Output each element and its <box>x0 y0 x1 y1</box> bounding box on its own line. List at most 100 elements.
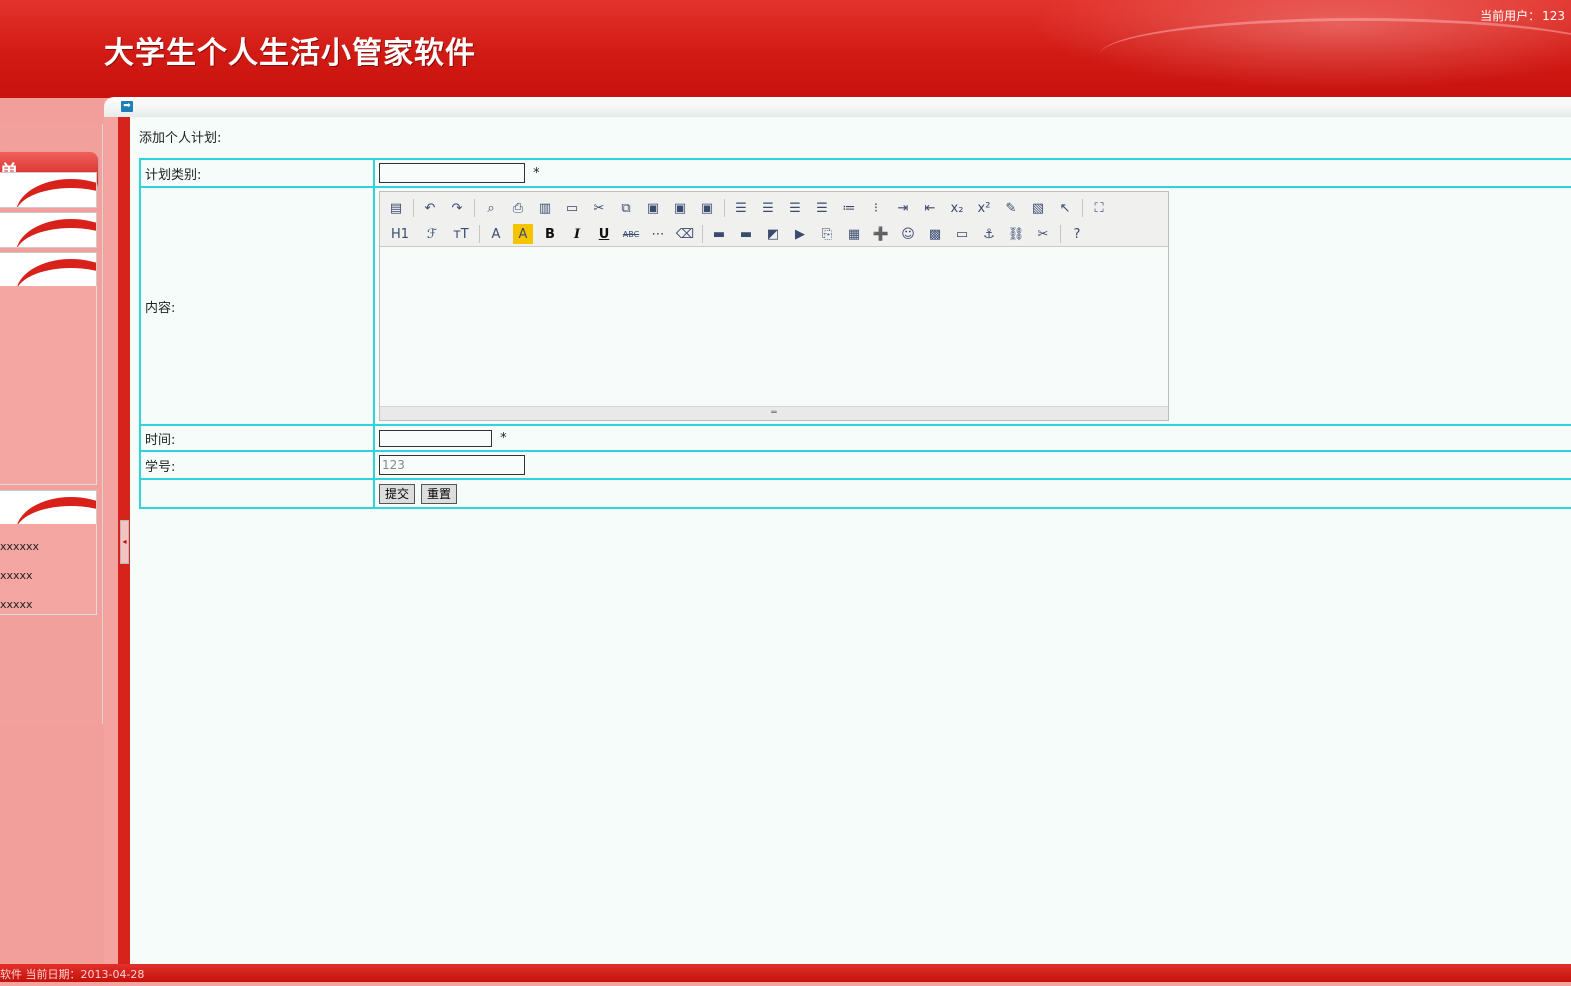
menu-tab-1[interactable] <box>0 172 97 208</box>
select-all-icon[interactable]: ▧ <box>1028 198 1048 218</box>
current-user-value: 123 <box>1542 9 1565 23</box>
paste-text-icon[interactable]: ▣ <box>670 198 690 218</box>
image-icon[interactable]: ▩ <box>925 224 945 244</box>
attachment-icon[interactable]: ⎘ <box>817 224 837 244</box>
preview-icon[interactable]: ⌕ <box>481 198 501 218</box>
app-title: 大学生个人生活小管家软件 <box>104 36 476 71</box>
panel-link-1[interactable]: xxxxxx <box>0 540 39 553</box>
form-row-student-id: 学号: <box>139 450 1571 480</box>
menu-panel-4: xxxxxx xxxxx xxxxx <box>0 524 97 615</box>
editor-content-area[interactable] <box>380 248 1168 406</box>
menu-tab-3[interactable] <box>0 252 97 288</box>
arrow-right-icon[interactable]: ➡ <box>121 101 133 112</box>
page-break-icon[interactable]: ▭ <box>952 224 972 244</box>
toolbar-separator <box>413 199 414 217</box>
insert-row-icon[interactable]: ▬ <box>709 224 729 244</box>
indent-icon[interactable]: ⇥ <box>893 198 913 218</box>
font-size-dropdown[interactable]: тT <box>450 224 472 244</box>
current-user: 当前用户： 123 <box>1478 7 1565 24</box>
clear-format-icon[interactable]: ✎ <box>1001 198 1021 218</box>
actions-cell: 提交 重置 <box>373 478 1571 509</box>
align-center-icon[interactable]: ☰ <box>758 198 778 218</box>
source-icon[interactable]: ▤ <box>386 198 406 218</box>
form-row-actions: 提交 重置 <box>139 478 1571 509</box>
panel-link-3[interactable]: xxxxx <box>0 598 33 611</box>
bold-button[interactable]: B <box>540 224 560 244</box>
form-row-time: 时间: * <box>139 424 1571 452</box>
toolbar-separator <box>702 225 703 243</box>
paste-icon[interactable]: ▣ <box>643 198 663 218</box>
horizontal-rule-icon[interactable]: ⋯ <box>648 224 668 244</box>
category-label: 计划类别: <box>139 158 375 188</box>
content-label: 内容: <box>139 186 375 426</box>
ordered-list-icon[interactable]: ≔ <box>839 198 859 218</box>
time-cell: * <box>373 424 1571 452</box>
code-icon[interactable]: ▭ <box>562 198 582 218</box>
content-cell: ▤ ↶ ↷ ⌕ ⎙ ▥ ▭ ✂ ⧉ ▣ ▣ ▣ ☰ ☰ ☰ ☰ ≔ ⁝ ⇥ ⇤ … <box>373 186 1571 426</box>
cut-icon[interactable]: ✂ <box>589 198 609 218</box>
select-icon[interactable]: ↖ <box>1055 198 1075 218</box>
copy-icon[interactable]: ⧉ <box>616 198 636 218</box>
align-left-icon[interactable]: ☰ <box>731 198 751 218</box>
student-id-cell <box>373 450 1571 480</box>
font-color-button[interactable]: A <box>486 224 506 244</box>
submit-button[interactable]: 提交 <box>379 483 416 504</box>
main-content: 添加个人计划: 计划类别: * 内容: ▤ ↶ ↷ ⌕ ⎙ ▥ ▭ ✂ ⧉ ▣ … <box>130 117 1571 964</box>
link-icon[interactable]: ⛓ <box>1006 224 1026 244</box>
panel-link-2[interactable]: xxxxx <box>0 569 33 582</box>
toolbar-separator <box>474 199 475 217</box>
insert-column-icon[interactable]: ▬ <box>736 224 756 244</box>
collapse-sidebar-handle[interactable]: ◂ <box>120 520 129 564</box>
menu-tab-2[interactable] <box>0 212 97 248</box>
print-icon[interactable]: ⎙ <box>508 198 528 218</box>
heading-dropdown[interactable]: H1 <box>386 224 414 244</box>
unlink-icon[interactable]: ✂ <box>1033 224 1053 244</box>
paste-word-icon[interactable]: ▣ <box>697 198 717 218</box>
toolbar-row-2: H1 ℱ тT A A B I U ABC ⋯ ⌫ ▬ ▬ ◩ ▶ ⎘ ▦ ➕ … <box>386 221 1162 247</box>
footer-text: 软件 当前日期：2013-04-28 <box>0 968 145 981</box>
superscript-icon[interactable]: x² <box>974 198 994 218</box>
required-mark: * <box>533 166 540 181</box>
template-icon[interactable]: ▥ <box>535 198 555 218</box>
underline-button[interactable]: U <box>594 224 614 244</box>
unordered-list-icon[interactable]: ⁝ <box>866 198 886 218</box>
insert-hr-icon[interactable]: ➕ <box>871 224 891 244</box>
redo-icon[interactable]: ↷ <box>447 198 467 218</box>
italic-button[interactable]: I <box>567 224 587 244</box>
time-input[interactable] <box>379 429 492 447</box>
fullscreen-icon[interactable]: ⛶ <box>1089 198 1109 218</box>
highlight-color-button[interactable]: A <box>513 224 533 244</box>
emoticon-icon[interactable]: ☺ <box>898 224 918 244</box>
insert-video-icon[interactable]: ▶ <box>790 224 810 244</box>
toolbar-separator <box>1060 225 1061 243</box>
sidebar-menu-container: 单 xxxxxx xxxxx xxxxx <box>0 124 103 724</box>
editor-resize-bar[interactable]: ═ <box>380 406 1168 420</box>
menu-panel-3 <box>0 286 97 485</box>
toolbar-separator <box>1082 199 1083 217</box>
student-id-input[interactable] <box>379 455 525 475</box>
outdent-icon[interactable]: ⇤ <box>920 198 940 218</box>
eraser-icon[interactable]: ⌫ <box>675 224 695 244</box>
form-row-category: 计划类别: * <box>139 158 1571 188</box>
insert-image-icon[interactable]: ◩ <box>763 224 783 244</box>
time-label: 时间: <box>139 424 375 452</box>
font-family-dropdown[interactable]: ℱ <box>421 224 443 244</box>
category-input[interactable] <box>379 163 525 183</box>
plan-form: 计划类别: * 内容: ▤ ↶ ↷ ⌕ ⎙ ▥ ▭ ✂ ⧉ ▣ ▣ ▣ ☰ ☰ … <box>139 158 1571 509</box>
student-id-label: 学号: <box>139 450 375 480</box>
reset-button[interactable]: 重置 <box>421 483 458 504</box>
menu-tab-4[interactable] <box>0 490 97 526</box>
page-title: 添加个人计划: <box>139 131 222 146</box>
app-header: 大学生个人生活小管家软件 当前用户： 123 <box>0 0 1571 98</box>
undo-icon[interactable]: ↶ <box>420 198 440 218</box>
anchor-icon[interactable]: ⚓ <box>979 224 999 244</box>
toolbar-separator <box>724 199 725 217</box>
help-icon[interactable]: ? <box>1067 224 1087 244</box>
rich-text-editor: ▤ ↶ ↷ ⌕ ⎙ ▥ ▭ ✂ ⧉ ▣ ▣ ▣ ☰ ☰ ☰ ☰ ≔ ⁝ ⇥ ⇤ … <box>379 191 1169 421</box>
subscript-icon[interactable]: x₂ <box>947 198 967 218</box>
table-icon[interactable]: ▦ <box>844 224 864 244</box>
align-justify-icon[interactable]: ☰ <box>812 198 832 218</box>
strikethrough-button[interactable]: ABC <box>621 224 641 244</box>
align-right-icon[interactable]: ☰ <box>785 198 805 218</box>
editor-toolbar: ▤ ↶ ↷ ⌕ ⎙ ▥ ▭ ✂ ⧉ ▣ ▣ ▣ ☰ ☰ ☰ ☰ ≔ ⁝ ⇥ ⇤ … <box>380 192 1168 247</box>
